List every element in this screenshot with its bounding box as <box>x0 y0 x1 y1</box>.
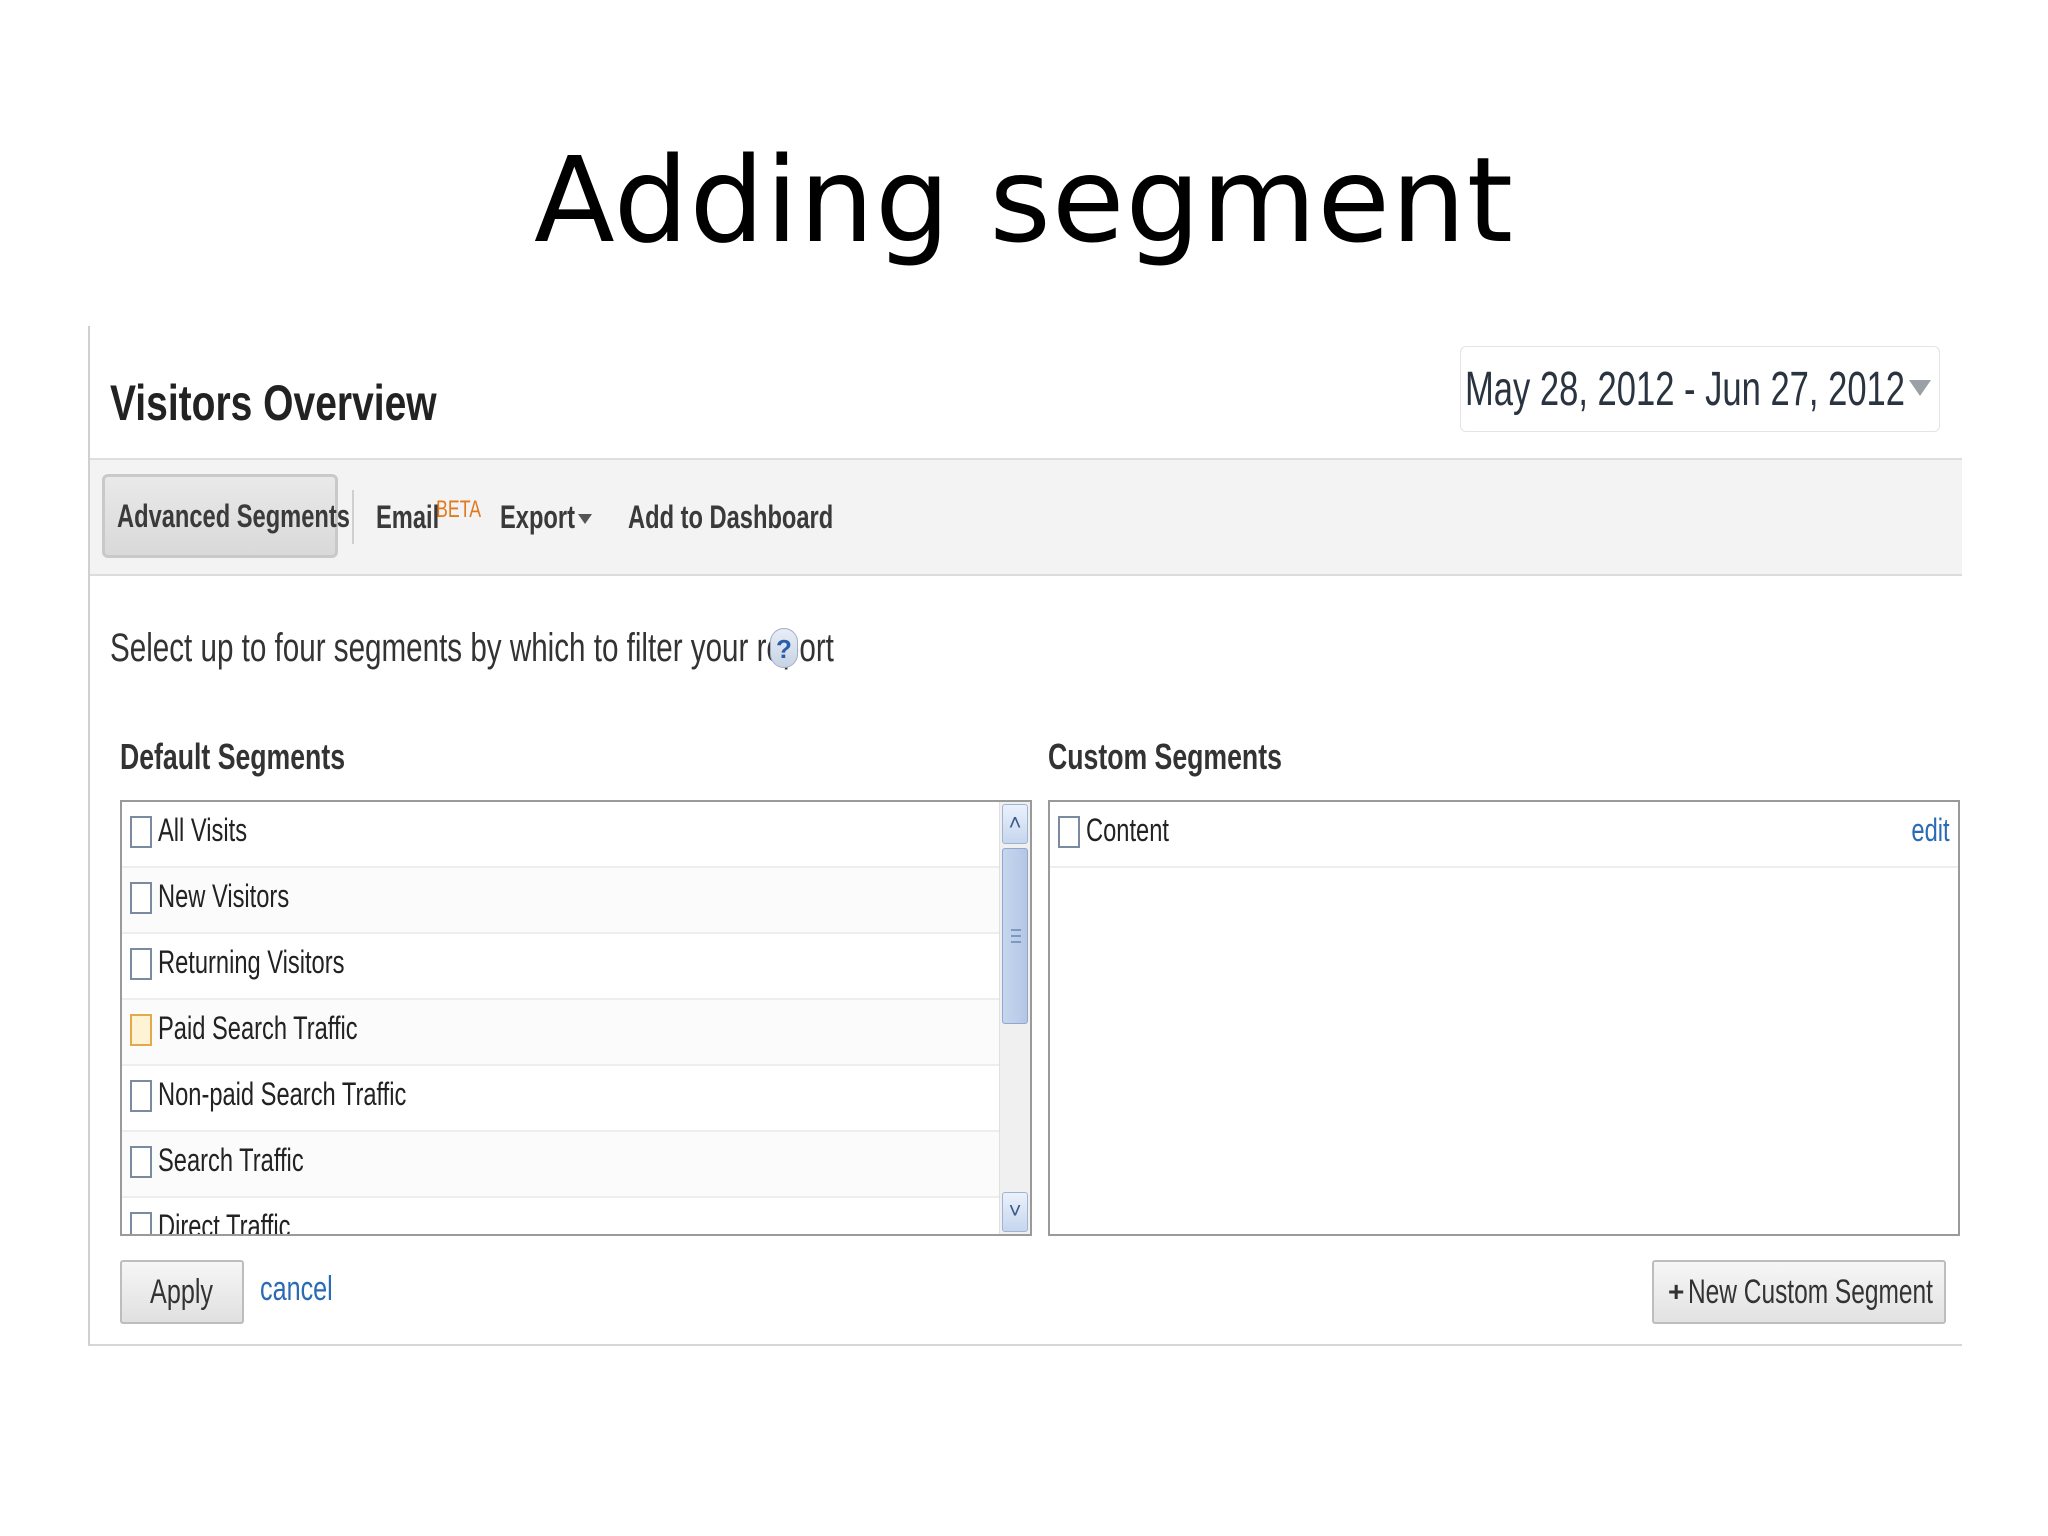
apply-button[interactable]: Apply <box>120 1260 244 1324</box>
segment-row[interactable]: Paid Search Traffic <box>122 1000 1030 1066</box>
scroll-thumb[interactable] <box>1002 848 1028 1024</box>
segment-label: New Visitors <box>158 878 290 914</box>
scroll-up-arrow-icon[interactable]: ˄ <box>1002 804 1028 844</box>
segment-label: Direct Traffic <box>158 1208 291 1236</box>
add-to-dashboard-label: Add to Dashboard <box>628 498 834 535</box>
segment-checkbox[interactable] <box>130 1146 152 1178</box>
email-button[interactable]: Email BETA <box>376 460 486 574</box>
segment-checkbox[interactable] <box>1058 816 1080 848</box>
segment-label: Returning Visitors <box>158 944 345 980</box>
help-icon[interactable]: ? <box>770 628 798 668</box>
segment-label: Non-paid Search Traffic <box>158 1076 407 1112</box>
chevron-down-icon[interactable] <box>1909 380 1931 396</box>
segment-checkbox[interactable] <box>130 816 152 848</box>
segment-label: All Visits <box>158 812 248 848</box>
segment-row[interactable]: Direct Traffic <box>122 1198 1030 1236</box>
segment-checkbox[interactable] <box>130 1212 152 1234</box>
toolbar-divider <box>352 490 354 544</box>
default-segments-list[interactable]: All Visits New Visitors Returning Visitors… <box>120 800 1032 1236</box>
segment-checkbox[interactable] <box>130 882 152 914</box>
export-label: Export <box>500 498 575 535</box>
default-segments-rows: All Visits New Visitors Returning Visitors… <box>122 802 1030 1236</box>
custom-segments-label: Custom Segments <box>1048 736 1282 777</box>
segment-row[interactable]: All Visits <box>122 802 1030 868</box>
custom-segments-rows: Content edit <box>1050 802 1958 868</box>
segment-label: Search Traffic <box>158 1142 304 1178</box>
report-toolbar: Advanced Segments Email BETA Export Add … <box>90 458 1962 576</box>
add-to-dashboard-button[interactable]: Add to Dashboard <box>628 460 848 574</box>
segment-checkbox[interactable] <box>130 1080 152 1112</box>
scroll-down-arrow-icon[interactable]: ˅ <box>1002 1192 1028 1232</box>
slide-title: Adding segment <box>533 131 1514 269</box>
grip-icon <box>1011 929 1021 943</box>
custom-segments-list[interactable]: Content edit <box>1048 800 1960 1236</box>
page-title: Visitors Overview <box>110 375 437 431</box>
segment-checkbox[interactable] <box>130 1014 152 1046</box>
segment-row[interactable]: New Visitors <box>122 868 1030 934</box>
segment-row[interactable]: Content edit <box>1050 802 1958 868</box>
new-custom-segment-button[interactable]: + New Custom Segment <box>1652 1260 1946 1324</box>
email-label: Email <box>376 498 440 535</box>
date-range-text: May 28, 2012 - Jun 27, 2012 <box>1465 362 1905 416</box>
slide: Adding segment Visitors Overview May 28,… <box>0 0 2048 1536</box>
beta-badge: BETA <box>436 496 482 523</box>
segment-row[interactable]: Returning Visitors <box>122 934 1030 1000</box>
default-segments-label: Default Segments <box>120 736 346 777</box>
advanced-segments-label: Advanced Segments <box>117 497 350 534</box>
segment-row[interactable]: Search Traffic <box>122 1132 1030 1198</box>
export-button[interactable]: Export <box>500 460 600 574</box>
segment-checkbox[interactable] <box>130 948 152 980</box>
cancel-link[interactable]: cancel <box>260 1270 333 1309</box>
edit-segment-link[interactable]: edit <box>1912 812 1950 849</box>
analytics-screenshot: Visitors Overview May 28, 2012 - Jun 27,… <box>88 326 1962 1346</box>
segment-row[interactable]: Non-paid Search Traffic <box>122 1066 1030 1132</box>
segment-instructions: Select up to four segments by which to f… <box>110 626 834 670</box>
date-range-picker[interactable]: May 28, 2012 - Jun 27, 2012 <box>1460 346 1940 432</box>
plus-icon: + <box>1668 1276 1685 1307</box>
scrollbar[interactable]: ˄ ˅ <box>999 802 1030 1234</box>
chevron-down-icon <box>578 514 592 524</box>
apply-label: Apply <box>150 1272 214 1311</box>
segment-label: Paid Search Traffic <box>158 1010 358 1046</box>
advanced-segments-button[interactable]: Advanced Segments <box>102 474 350 558</box>
segment-label: Content <box>1086 812 1169 848</box>
new-custom-segment-label: New Custom Segment <box>1688 1272 1934 1311</box>
